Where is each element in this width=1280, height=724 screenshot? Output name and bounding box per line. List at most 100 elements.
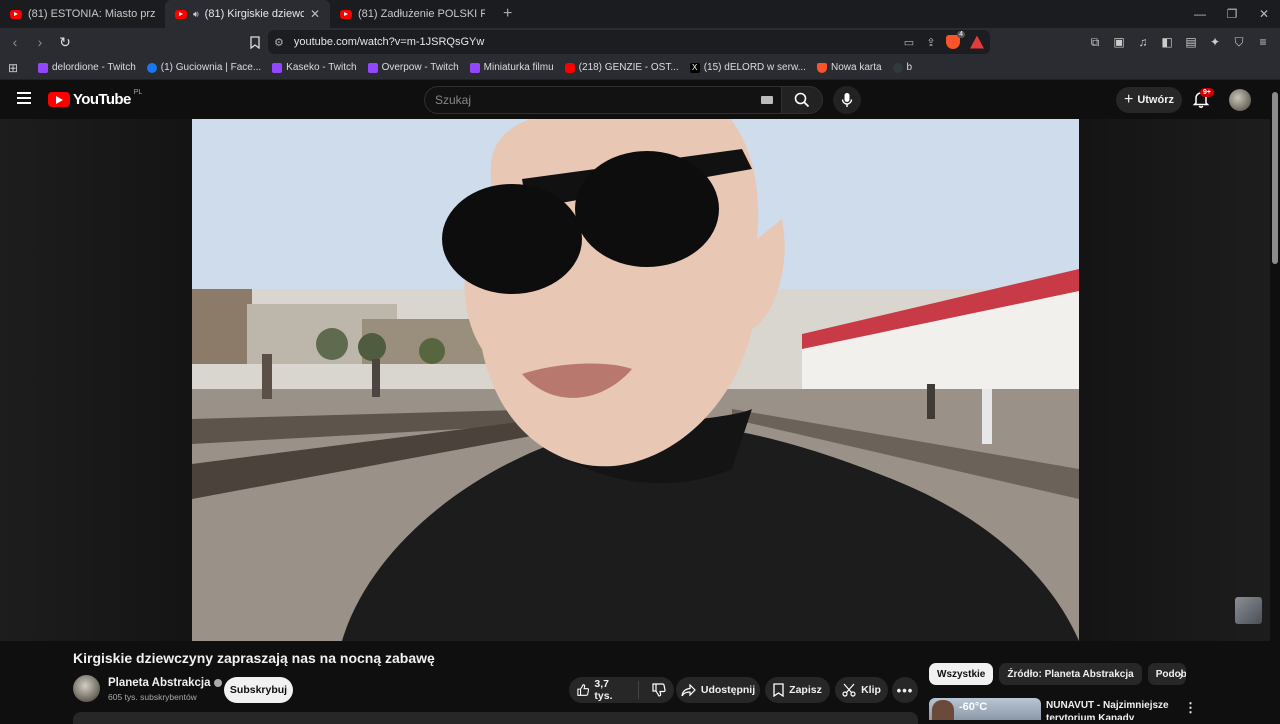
tab-title: (81) Zadłużenie POLSKI ROŚNIE - w xyxy=(358,8,485,20)
like-dislike-group: 3,7 tys. xyxy=(569,677,674,703)
channel-avatar[interactable] xyxy=(73,675,100,702)
bookmark-item[interactable]: (1) Guciownia | Face... xyxy=(146,62,261,73)
create-button[interactable]: + Utwórz xyxy=(1116,87,1182,113)
clip-button[interactable]: Klip xyxy=(835,677,888,703)
bookmark-item[interactable]: Overpow - Twitch xyxy=(367,62,459,73)
new-tab-button[interactable]: + xyxy=(495,5,520,23)
bookmark-item[interactable]: Nowa karta xyxy=(816,62,882,73)
brave-shields-icon[interactable]: 4 xyxy=(946,31,965,49)
leo-ai-icon[interactable]: ✦ xyxy=(1204,31,1226,53)
reader-icon[interactable]: ▣ xyxy=(1108,31,1130,53)
bookmark-item[interactable]: (218) GENZIE - OST... xyxy=(564,62,679,73)
recommended-menu-icon[interactable]: ⋮ xyxy=(1184,700,1197,716)
channel-name[interactable]: Planeta Abstrakcja xyxy=(108,677,223,689)
bookmark-item[interactable]: Kaseko - Twitch xyxy=(272,62,357,73)
youtube-favicon-icon xyxy=(340,9,352,19)
address-bar[interactable]: ⚙ youtube.com/watch?v=m-1JSRQsGYw ▭ ⇪ 4 xyxy=(268,30,990,54)
more-dots-icon: ••• xyxy=(896,682,914,698)
search-input[interactable]: Szukaj xyxy=(424,86,782,114)
brave-rewards-icon[interactable] xyxy=(970,35,984,49)
browser-tab[interactable]: (81) Zadłużenie POLSKI ROŚNIE - w xyxy=(330,0,495,28)
sidebar-icon[interactable]: ◧ xyxy=(1156,31,1178,53)
description-box[interactable] xyxy=(73,712,918,724)
browser-tab[interactable]: (81) ESTONIA: Miasto przy granicy z xyxy=(0,0,165,28)
speaker-icon[interactable]: 🔊︎ xyxy=(193,9,199,20)
minimize-icon[interactable]: — xyxy=(1184,0,1216,28)
subscriber-count: 605 tys. subskrybentów xyxy=(108,692,197,702)
search-button[interactable] xyxy=(781,86,823,114)
more-actions-button[interactable]: ••• xyxy=(892,677,918,703)
extensions-icon[interactable]: ⧉ xyxy=(1084,31,1106,53)
bookmark-label: delordione - Twitch xyxy=(52,62,136,73)
notifications-button[interactable]: 9+ xyxy=(1192,88,1214,110)
apps-grid-icon[interactable]: ⊞ xyxy=(6,61,20,75)
scrollbar-thumb[interactable] xyxy=(1272,92,1278,264)
bookmark-item[interactable]: Miniaturka filmu xyxy=(469,62,554,73)
guide-menu-icon[interactable] xyxy=(17,92,31,106)
bookmark-label: (15) dELORD w serw... xyxy=(703,62,806,73)
back-button[interactable]: ‹ xyxy=(4,31,26,53)
close-window-icon[interactable]: ✕ xyxy=(1248,0,1280,28)
x-icon: X xyxy=(689,62,700,73)
page-scrollbar[interactable] xyxy=(1270,80,1280,720)
thumbnail-text: -60°C xyxy=(959,701,988,713)
create-label: Utwórz xyxy=(1137,94,1174,106)
ambient-thumbnail[interactable] xyxy=(1235,597,1262,624)
dislike-button[interactable] xyxy=(644,683,674,697)
share-page-icon[interactable]: ⇪ xyxy=(920,36,942,49)
keyboard-icon[interactable] xyxy=(761,96,773,104)
thumbs-up-icon xyxy=(577,684,590,696)
twitch-icon xyxy=(367,62,378,73)
scissors-icon xyxy=(842,683,856,697)
bookmark-label: Kaseko - Twitch xyxy=(286,62,357,73)
bookmark-label: Nowa karta xyxy=(830,62,882,73)
bookmark-label: Miniaturka filmu xyxy=(483,62,554,73)
youtube-favicon-icon xyxy=(10,9,22,19)
youtube-logo[interactable]: YouTube PL xyxy=(48,89,142,108)
share-label: Udostępnij xyxy=(700,684,756,696)
browser-tab-active[interactable]: 🔊︎ (81) Kirgiskie dziewczyny zap ✕ xyxy=(165,0,330,28)
youtube-icon xyxy=(564,62,575,73)
account-avatar[interactable] xyxy=(1229,89,1251,111)
plus-icon: + xyxy=(1123,91,1134,108)
bookmark-icon xyxy=(773,683,784,697)
save-label: Zapisz xyxy=(789,684,822,696)
bookmark-page-icon[interactable] xyxy=(246,31,264,53)
menu-icon[interactable]: ≡ xyxy=(1252,31,1274,53)
bookmarks-bar: ⊞ delordione - Twitch (1) Guciownia | Fa… xyxy=(0,56,1280,80)
chip-from-channel[interactable]: Źródło: Planeta Abstrakcja xyxy=(999,663,1142,685)
forward-button[interactable]: › xyxy=(29,31,51,53)
youtube-masthead: YouTube PL Szukaj + Utwórz 9+ xyxy=(0,80,1280,119)
media-icon[interactable]: ♫ xyxy=(1132,31,1154,53)
like-count: 3,7 tys. xyxy=(594,678,613,702)
like-button[interactable]: 3,7 tys. xyxy=(569,678,639,702)
site-settings-icon[interactable]: ⚙ xyxy=(274,36,284,49)
video-player[interactable] xyxy=(192,119,1079,641)
cast-icon[interactable]: ▭ xyxy=(898,36,920,49)
save-button[interactable]: Zapisz xyxy=(765,677,830,703)
browser-toolbar: ‹ › ↻ ⚙ youtube.com/watch?v=m-1JSRQsGYw … xyxy=(0,28,1280,56)
chevron-right-icon[interactable]: › xyxy=(1170,664,1192,686)
bookmark-item[interactable]: delordione - Twitch xyxy=(38,62,136,73)
restore-icon[interactable]: ❐ xyxy=(1216,0,1248,28)
url-text[interactable]: youtube.com/watch?v=m-1JSRQsGYw xyxy=(294,36,898,48)
recommended-video-title[interactable]: NUNAVUT - Najzimniejsze terytorium Kanad… xyxy=(1046,699,1174,720)
share-button[interactable]: Udostępnij xyxy=(676,677,760,703)
video-frame-image xyxy=(192,119,1079,641)
bookmark-item[interactable]: b xyxy=(892,62,912,73)
twitch-icon xyxy=(38,62,48,73)
subscribe-button[interactable]: Subskrybuj xyxy=(224,677,293,703)
vpn-icon[interactable]: ⛉ xyxy=(1228,31,1250,53)
voice-search-button[interactable] xyxy=(833,86,861,114)
close-tab-icon[interactable]: ✕ xyxy=(310,7,320,21)
recommended-video-thumbnail[interactable]: -60°C xyxy=(929,698,1041,720)
channel-name-text[interactable]: Planeta Abstrakcja xyxy=(108,677,210,689)
browser-tab-strip: (81) ESTONIA: Miasto przy granicy z 🔊︎ (… xyxy=(0,0,1280,28)
chip-all[interactable]: Wszystkie xyxy=(929,663,994,685)
bookmark-item[interactable]: X (15) dELORD w serw... xyxy=(689,62,806,73)
youtube-wordmark: YouTube xyxy=(73,91,131,108)
notifications-badge: 9+ xyxy=(1200,88,1214,97)
youtube-play-icon xyxy=(48,92,70,107)
reload-button[interactable]: ↻ xyxy=(54,31,76,53)
wallet-icon[interactable]: ▤ xyxy=(1180,31,1202,53)
